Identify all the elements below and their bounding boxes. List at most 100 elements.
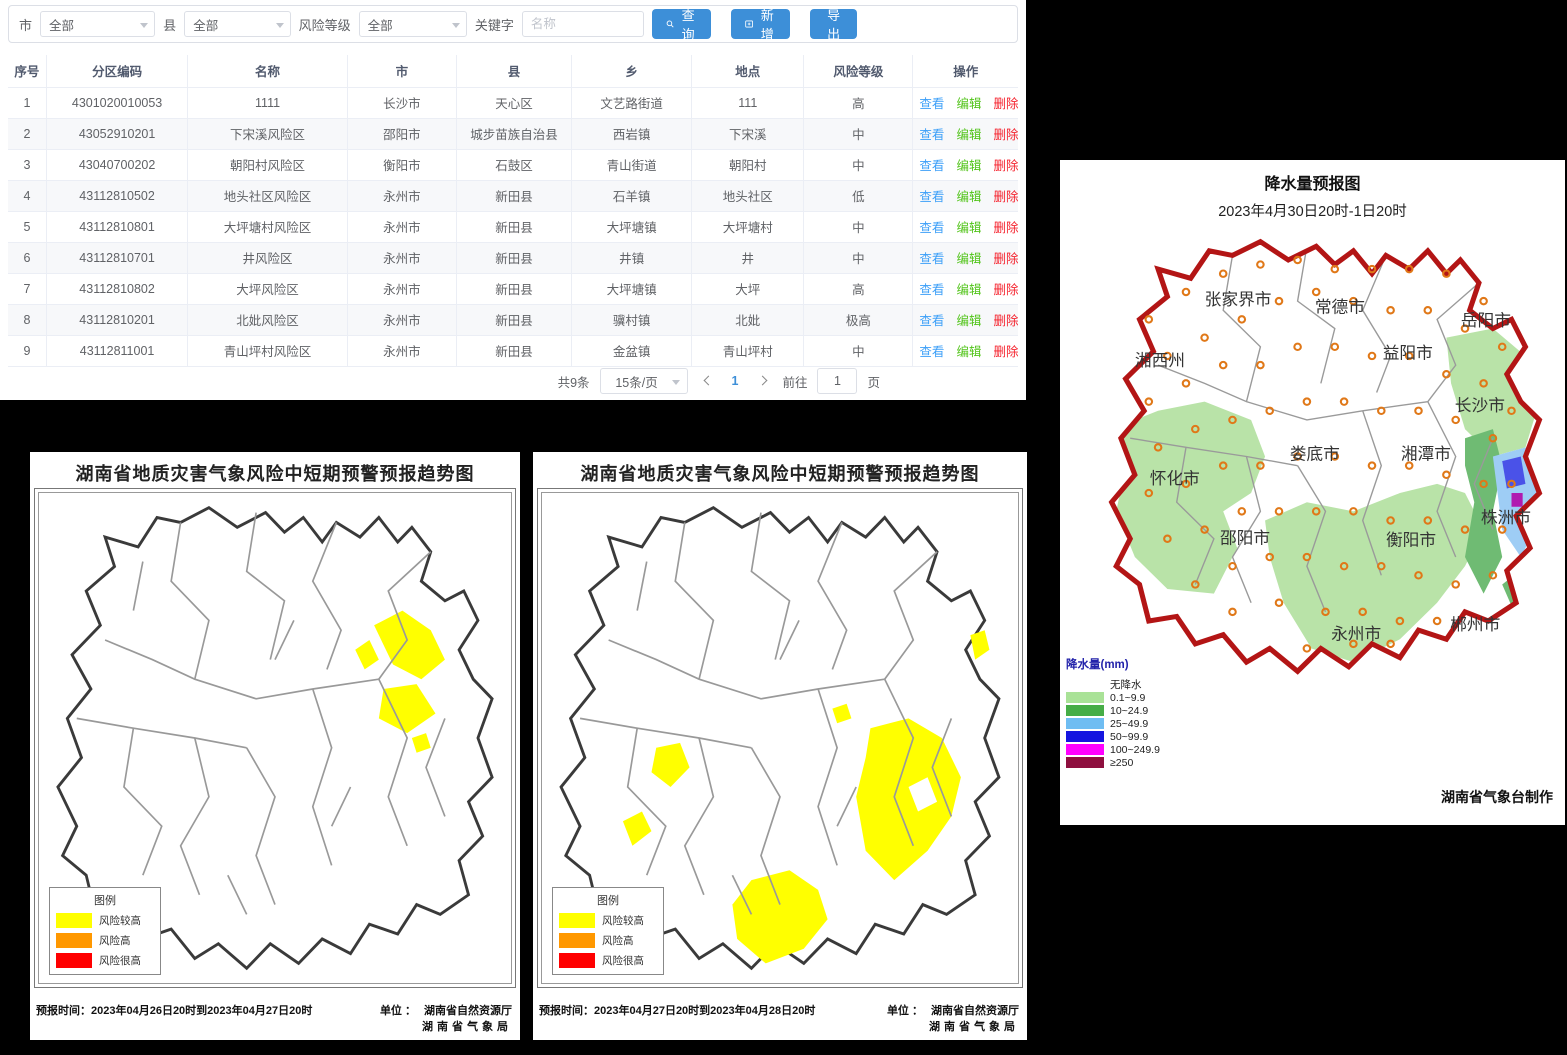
forecast-time: 预报时间：2023年04月26日20时到2023年04月27日20时 [36,1002,312,1018]
legend-label: 风险较高 [602,913,644,928]
view-link[interactable]: 查看 [919,190,944,204]
edit-link[interactable]: 编辑 [956,314,981,328]
delete-link[interactable]: 删除 [993,252,1018,266]
legend-item: 风险很高 [559,953,657,968]
legend-label: 无降水 [1110,677,1142,692]
legend-label: 风险很高 [602,953,644,968]
legend-swatch [1066,679,1104,690]
legend-label: 0.1~9.9 [1110,692,1145,704]
risk-level-select[interactable]: 全部 [359,11,467,37]
column-header: 地点 [692,55,804,87]
edit-link[interactable]: 编辑 [956,252,981,266]
cell-place: 111 [692,87,804,118]
column-header: 分区编码 [46,55,187,87]
cell-name: 1111 [188,87,348,118]
prev-page-button[interactable] [698,371,718,391]
edit-link[interactable]: 编辑 [956,221,981,235]
keyword-input[interactable] [522,11,644,37]
legend-label: 50~99.9 [1110,731,1148,743]
legend-swatch [1066,705,1104,716]
table-row: 243052910201下宋溪风险区邵阳市城步苗族自治县西岩镇下宋溪中查看编辑删… [8,118,1018,149]
cell-seq: 8 [8,304,46,335]
legend-swatch [1066,757,1104,768]
cell-name: 大坪风险区 [188,273,348,304]
toolbar-buttons: 查询 新增 导出 [652,9,857,39]
legend-label: 风险高 [99,933,131,948]
view-link[interactable]: 查看 [919,283,944,297]
edit-link[interactable]: 编辑 [956,283,981,297]
view-link[interactable]: 查看 [919,159,944,173]
delete-link[interactable]: 删除 [993,190,1018,204]
filter-bar: 市 全部 县 全部 风险等级 全部 关键字 [8,5,1018,43]
cell-code: 43112810502 [46,180,187,211]
cell-town: 大坪塘镇 [572,273,692,304]
edit-link[interactable]: 编辑 [956,97,981,111]
precip-legend-items: 无降水0.1~9.910~24.925~49.950~99.9100~249.9… [1066,678,1196,769]
cell-code: 43112810201 [46,304,187,335]
cell-county: 城步苗族自治县 [456,118,571,149]
legend-swatch [559,933,595,948]
unit-line1: 湖南省自然资源厅 [424,1002,512,1018]
edit-link[interactable]: 编辑 [956,345,981,359]
legend-item: 25~49.9 [1066,717,1196,730]
delete-link[interactable]: 删除 [993,221,1018,235]
delete-link[interactable]: 删除 [993,314,1018,328]
view-link[interactable]: 查看 [919,221,944,235]
edit-link[interactable]: 编辑 [956,159,981,173]
cell-city: 邵阳市 [347,118,456,149]
goto-page-input[interactable] [817,368,857,394]
add-button[interactable]: 新增 [731,9,790,39]
export-button[interactable]: 导出 [810,9,857,39]
edit-link[interactable]: 编辑 [956,128,981,142]
cell-code: 43112810801 [46,211,187,242]
view-link[interactable]: 查看 [919,252,944,266]
county-select[interactable]: 全部 [184,11,290,37]
cell-name: 地头社区风险区 [188,180,348,211]
goto-label: 前往 [782,372,807,391]
city-label: 邵阳市 [1220,528,1270,547]
edit-link[interactable]: 编辑 [956,190,981,204]
city-label: 株洲市 [1481,508,1531,527]
view-link[interactable]: 查看 [919,128,944,142]
page-size-select[interactable]: 15条/页 [600,368,688,394]
legend-item: 风险高 [56,933,154,948]
next-page-button[interactable] [752,371,772,391]
search-button[interactable]: 查询 [652,9,711,39]
city-label: 常德市 [1315,298,1365,317]
city-label: 湘西州 [1135,351,1185,370]
chevron-down-icon [140,23,148,28]
cell-city: 永州市 [347,335,456,366]
city-select[interactable]: 全部 [40,11,155,37]
cell-town: 井镇 [572,242,692,273]
delete-link[interactable]: 删除 [993,283,1018,297]
cell-city: 永州市 [347,304,456,335]
unit-label: 单位 ： [887,1002,923,1034]
view-link[interactable]: 查看 [919,345,944,359]
view-link[interactable]: 查看 [919,314,944,328]
unit-line1: 湖南省自然资源厅 [931,1002,1019,1018]
legend-swatch [56,953,92,968]
view-link[interactable]: 查看 [919,97,944,111]
legend-item: ≥250 [1066,756,1196,769]
forecast-time: 预报时间：2023年04月27日20时到2023年04月28日20时 [539,1002,815,1018]
cell-actions: 查看编辑删除 [913,211,1018,242]
trend-map-title: 湖南省地质灾害气象风险中短期预警预报趋势图 [30,452,520,486]
delete-link[interactable]: 删除 [993,159,1018,173]
legend-item: 10~24.9 [1066,704,1196,717]
rain-100-250-area [1512,493,1523,507]
delete-link[interactable]: 删除 [993,128,1018,142]
station-marker-icon [1369,266,1376,272]
page-number[interactable]: 1 [728,374,743,388]
cell-code: 43040700202 [46,149,187,180]
city-label: 衡阳市 [1386,531,1436,550]
legend-swatch [1066,692,1104,703]
cell-seq: 7 [8,273,46,304]
delete-link[interactable]: 删除 [993,345,1018,359]
risk-level-select-value: 全部 [368,15,393,34]
cell-name: 大坪塘村风险区 [188,211,348,242]
legend-swatch [1066,744,1104,755]
delete-link[interactable]: 删除 [993,97,1018,111]
city-label: 长沙市 [1455,396,1505,415]
chevron-down-icon [276,23,284,28]
city-label: 张家界市 [1205,290,1272,309]
